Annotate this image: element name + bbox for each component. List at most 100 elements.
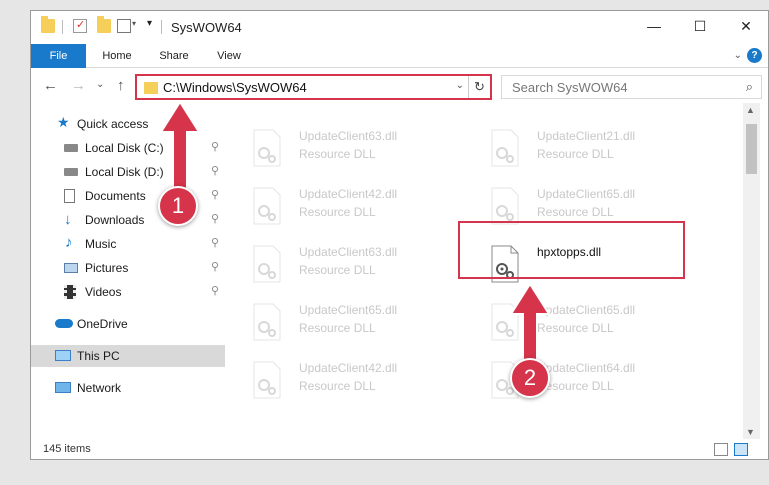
tab-view[interactable]: View xyxy=(207,44,251,68)
dropdown-arrow-icon[interactable]: ▾ xyxy=(147,18,152,29)
sidebar-item-music[interactable]: ♪ Music ⚲ xyxy=(31,233,225,255)
music-icon: ♪ xyxy=(65,234,73,251)
chevron-down-icon[interactable]: ▾ xyxy=(132,19,136,28)
file-item[interactable]: UpdateClient65.dll Resource DLL xyxy=(465,177,695,227)
sidebar-item-label: Music xyxy=(85,237,117,251)
folder-icon[interactable] xyxy=(41,16,55,33)
recent-locations-button[interactable]: ⌄ xyxy=(96,79,104,90)
file-item[interactable]: UpdateClient64.dll Resource DLL xyxy=(465,351,695,401)
maximize-button[interactable]: ☐ xyxy=(677,11,723,41)
details-view-icon[interactable] xyxy=(714,443,728,456)
network-icon xyxy=(55,382,71,393)
drive-icon xyxy=(64,144,78,152)
customize-toolbar-icon[interactable] xyxy=(117,19,131,33)
cloud-icon xyxy=(55,319,73,328)
file-name: UpdateClient63.dll xyxy=(299,245,398,259)
file-name: UpdateClient21.dll xyxy=(537,129,636,143)
sidebar-item-videos[interactable]: Videos ⚲ xyxy=(31,281,225,303)
pin-icon[interactable]: ⚲ xyxy=(211,236,219,249)
pin-icon[interactable]: ⚲ xyxy=(211,140,219,153)
file-name: UpdateClient42.dll xyxy=(299,361,398,375)
file-type: Resource DLL xyxy=(537,205,614,219)
scrollbar-thumb[interactable] xyxy=(746,124,757,174)
vertical-scrollbar[interactable]: ▲ ▼ xyxy=(743,103,760,439)
file-item[interactable]: UpdateClient42.dll Resource DLL xyxy=(227,351,457,401)
highlight-hpxtopps xyxy=(458,221,685,279)
ribbon-tabs: File Home Share View ⌄ ? xyxy=(31,44,768,68)
address-path[interactable]: C:\Windows\SysWOW64 xyxy=(163,80,307,95)
file-item[interactable]: UpdateClient42.dll Resource DLL xyxy=(227,177,457,227)
dll-file-icon xyxy=(253,129,281,167)
file-type: Resource DLL xyxy=(299,379,376,393)
pin-icon[interactable]: ⚲ xyxy=(211,212,219,225)
title-bar: ▾ ▾ SysWOW64 — ☐ ✕ xyxy=(31,11,768,44)
back-button[interactable]: ← xyxy=(43,77,58,94)
file-type: Resource DLL xyxy=(299,147,376,161)
file-item[interactable]: UpdateClient65.dll Resource DLL xyxy=(227,293,457,343)
file-item[interactable]: UpdateClient21.dll Resource DLL xyxy=(465,119,695,169)
help-icon[interactable]: ? xyxy=(747,48,762,63)
scroll-down-icon[interactable]: ▼ xyxy=(746,427,755,437)
sidebar-item-onedrive[interactable]: OneDrive xyxy=(31,313,225,335)
new-folder-icon[interactable] xyxy=(97,16,111,33)
computer-icon xyxy=(55,350,71,361)
scroll-up-icon[interactable]: ▲ xyxy=(746,105,755,115)
file-type: Resource DLL xyxy=(299,321,376,335)
file-type: Resource DLL xyxy=(537,147,614,161)
file-name: UpdateClient65.dll xyxy=(299,303,398,317)
videos-icon xyxy=(64,285,76,299)
sidebar-item-label: OneDrive xyxy=(77,317,128,331)
file-item[interactable]: UpdateClient63.dll Resource DLL xyxy=(227,235,457,285)
window-title: SysWOW64 xyxy=(171,20,242,35)
expand-ribbon-icon[interactable]: ⌄ xyxy=(734,50,742,61)
star-icon: ★ xyxy=(57,114,70,130)
navigation-bar: ← → ⌄ ↑ C:\Windows\SysWOW64 ⌄ ↻ Search S… xyxy=(31,69,768,103)
drive-icon xyxy=(64,168,78,176)
up-button[interactable]: ↑ xyxy=(117,77,125,94)
sidebar-item-label: Network xyxy=(77,381,122,395)
pictures-icon xyxy=(64,263,78,273)
address-bar[interactable]: C:\Windows\SysWOW64 ⌄ ↻ xyxy=(135,74,492,100)
search-icon[interactable]: ⌕ xyxy=(746,79,753,95)
pin-icon[interactable]: ⚲ xyxy=(211,164,219,177)
tab-share[interactable]: Share xyxy=(151,44,197,68)
sidebar-item-label: Videos xyxy=(85,285,122,299)
minimize-button[interactable]: — xyxy=(631,11,677,41)
pin-icon[interactable]: ⚲ xyxy=(211,188,219,201)
file-name: UpdateClient42.dll xyxy=(299,187,398,201)
address-dropdown-icon[interactable]: ⌄ xyxy=(456,80,464,91)
search-box[interactable]: Search SysWOW64 ⌕ xyxy=(501,75,762,99)
dll-file-icon xyxy=(491,187,519,225)
file-name: UpdateClient65.dll xyxy=(537,187,636,201)
dll-file-icon xyxy=(253,187,281,225)
search-input[interactable]: Search SysWOW64 xyxy=(512,80,628,95)
sidebar-item-pictures[interactable]: Pictures ⚲ xyxy=(31,257,225,279)
refresh-button[interactable]: ↻ xyxy=(468,76,490,98)
forward-button[interactable]: → xyxy=(71,77,86,94)
properties-icon[interactable] xyxy=(73,18,87,33)
documents-icon xyxy=(64,189,75,203)
tab-home[interactable]: Home xyxy=(93,44,141,68)
download-icon: ↓ xyxy=(64,211,72,228)
file-type: Resource DLL xyxy=(299,205,376,219)
close-button[interactable]: ✕ xyxy=(723,11,769,41)
step-marker-two: 2 xyxy=(510,358,550,398)
sidebar-item-network[interactable]: Network xyxy=(31,377,225,399)
tab-file[interactable]: File xyxy=(31,44,86,68)
sidebar-item-label: Local Disk (D:) xyxy=(85,165,164,179)
sidebar-item-label: Documents xyxy=(85,189,146,203)
dll-file-icon xyxy=(253,361,281,399)
tiles-view-icon[interactable] xyxy=(734,443,748,456)
sidebar-item-label: This PC xyxy=(77,349,120,363)
item-count: 145 items xyxy=(43,443,91,455)
sidebar-item-this-pc[interactable]: This PC xyxy=(31,345,225,367)
dll-file-icon xyxy=(253,303,281,341)
dll-file-icon xyxy=(491,129,519,167)
dll-file-icon xyxy=(253,245,281,283)
pin-icon[interactable]: ⚲ xyxy=(211,284,219,297)
pin-icon[interactable]: ⚲ xyxy=(211,260,219,273)
file-item[interactable]: UpdateClient65.dll Resource DLL xyxy=(465,293,695,343)
file-item[interactable]: UpdateClient63.dll Resource DLL xyxy=(227,119,457,169)
step-marker-one: 1 xyxy=(158,186,198,226)
file-type: Resource DLL xyxy=(299,263,376,277)
